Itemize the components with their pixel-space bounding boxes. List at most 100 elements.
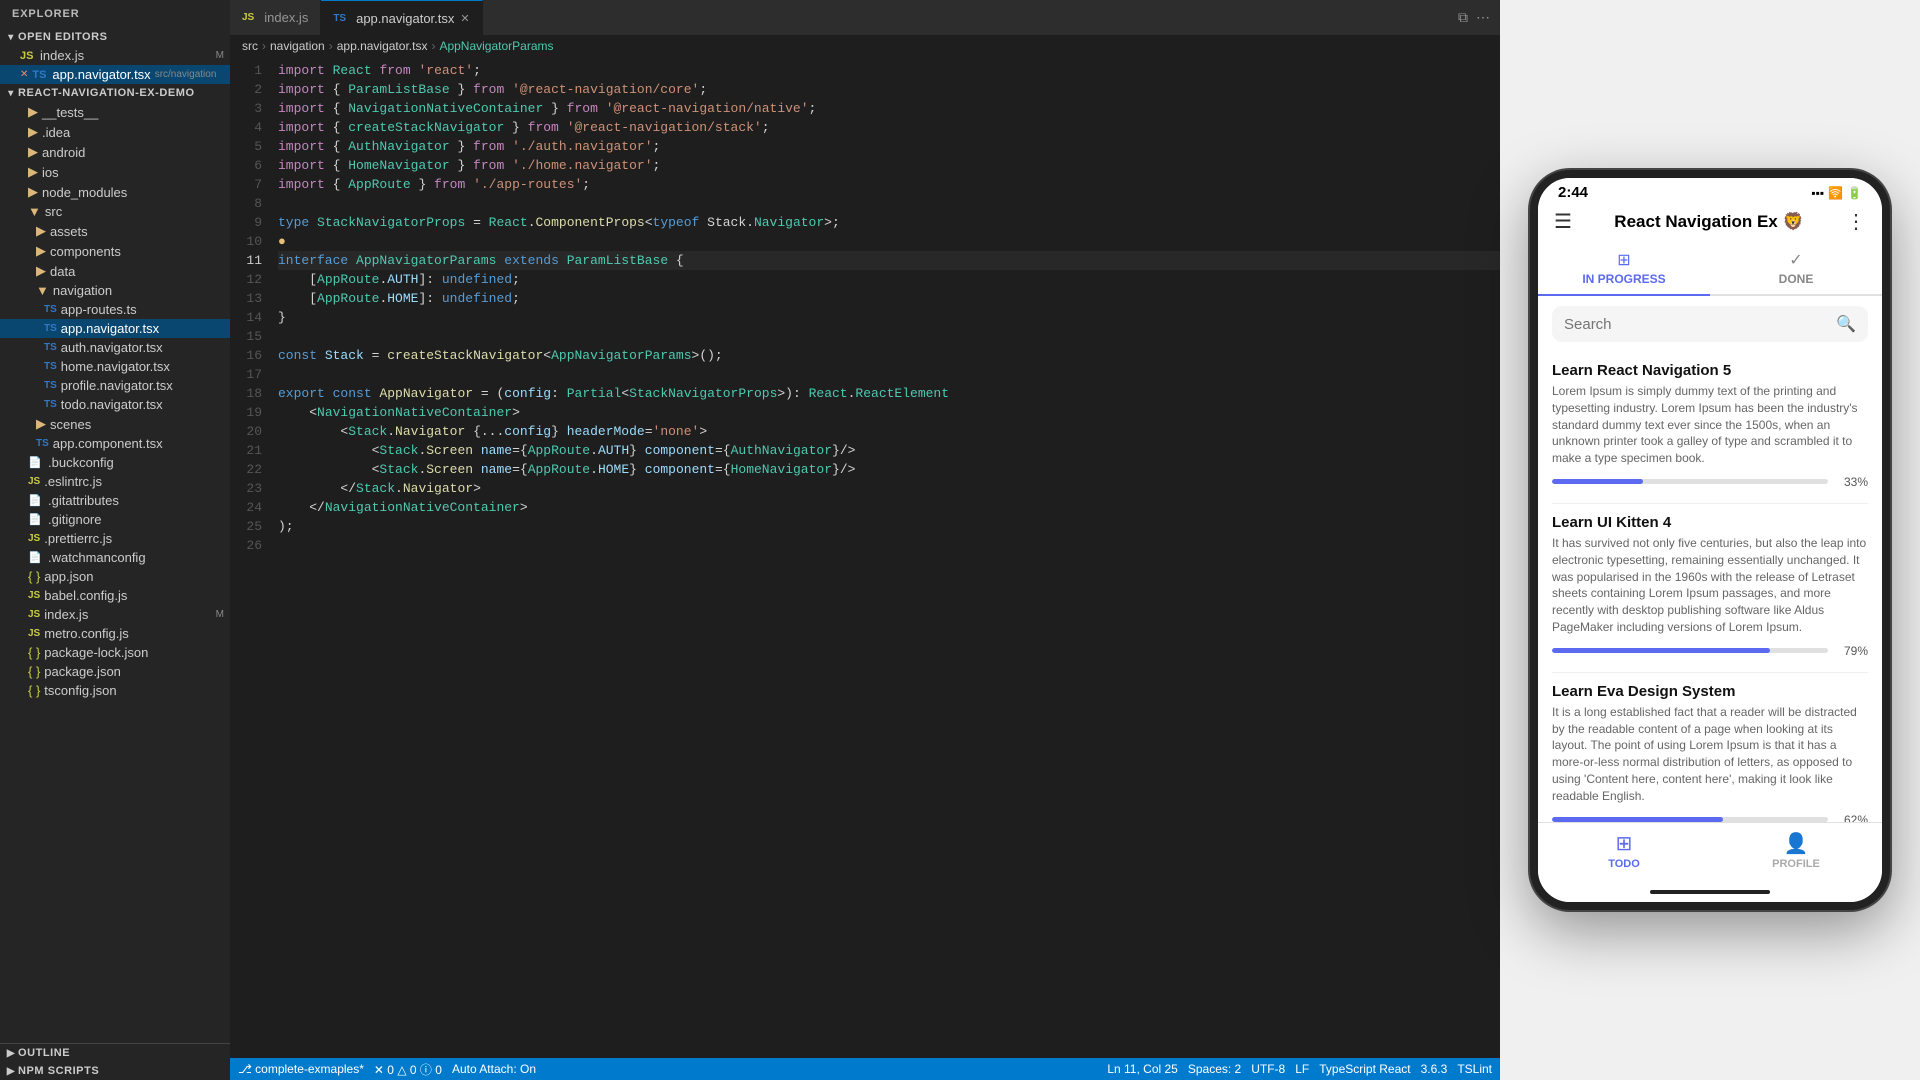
sidebar-item-label: android [42,145,85,160]
encoding[interactable]: UTF-8 [1251,1062,1285,1076]
sidebar-item-label: metro.config.js [44,626,129,641]
breadcrumb-src[interactable]: src [242,39,258,53]
nav-todo[interactable]: ⊞ TODO [1538,831,1710,870]
ts-version[interactable]: 3.6.3 [1421,1062,1448,1076]
json-file-icon: { } [28,683,40,698]
progress-bar-bg [1552,648,1828,653]
sidebar-item-node-modules[interactable]: ▶ node_modules [0,182,230,202]
code-line [278,327,1500,346]
todo-item-1: Learn React Navigation 5 Lorem Ipsum is … [1552,352,1868,504]
sidebar-item-gitignore[interactable]: 📄 .gitignore [0,510,230,529]
file-icon: 📄 [28,551,44,564]
linter[interactable]: TSLint [1457,1062,1492,1076]
folder-icon: ▶ [36,243,46,259]
todo-item-2: Learn UI Kitten 4 It has survived not on… [1552,504,1868,673]
git-branch[interactable]: ⎇ complete-exmaples* [238,1062,364,1076]
npm-scripts-section[interactable]: ▶ NPM Scripts [0,1062,230,1080]
tab-done[interactable]: ✓ DONE [1710,242,1882,294]
sidebar-item-label: components [50,244,121,259]
phone-time: 2:44 [1558,184,1588,201]
project-root-section[interactable]: ▾ REACT-NAVIGATION-EX-DEMO [0,84,230,102]
sidebar-item-scenes[interactable]: ▶ scenes [0,414,230,434]
sidebar-item-tests[interactable]: ▶ __tests__ [0,102,230,122]
tab-in-progress[interactable]: ⊞ IN PROGRESS [1538,242,1710,296]
breadcrumb-navigation[interactable]: navigation [270,39,325,53]
tab-close-button[interactable]: ✕ [460,12,469,25]
open-editors-section[interactable]: ▾ Open Editors [0,28,230,46]
sidebar-item-index-js[interactable]: JS index.js M [0,46,230,65]
sidebar-item-index-js-root[interactable]: JS index.js M [0,605,230,624]
code-line: ● [278,232,1500,251]
sidebar-item-buckconfig[interactable]: 📄 .buckconfig [0,453,230,472]
sidebar-item-label: assets [50,224,88,239]
split-editor-icon[interactable]: ⧉ [1458,9,1468,26]
outline-section[interactable]: ▶ Outline [0,1044,230,1062]
sidebar-item-ios[interactable]: ▶ ios [0,162,230,182]
sidebar-item-idea[interactable]: ▶ .idea [0,122,230,142]
sidebar-item-data[interactable]: ▶ data [0,261,230,281]
sidebar-item-auth-navigator[interactable]: TS auth.navigator.tsx [0,338,230,357]
sidebar-item-gitattributes[interactable]: 📄 .gitattributes [0,491,230,510]
sidebar-item-components[interactable]: ▶ components [0,241,230,261]
sidebar-item-app-component[interactable]: TS app.component.tsx [0,434,230,453]
line-ending[interactable]: LF [1295,1062,1309,1076]
status-right: Ln 11, Col 25 Spaces: 2 UTF-8 LF TypeScr… [1107,1062,1492,1076]
sidebar-item-package-lock[interactable]: { } package-lock.json [0,643,230,662]
sidebar-item-app-navigator[interactable]: ✕ TS app.navigator.tsx src/navigation [0,65,230,84]
sidebar-item-navigation[interactable]: ▼ navigation [0,281,230,300]
sidebar-item-babel-config[interactable]: JS babel.config.js [0,586,230,605]
tab-in-progress-label: IN PROGRESS [1582,272,1665,286]
sidebar-item-label: index.js [44,607,88,622]
phone-status-icons: ▪▪▪ 🛜 🔋 [1811,186,1862,200]
breadcrumb-file[interactable]: app.navigator.tsx [337,39,428,53]
profile-nav-icon: 👤 [1784,831,1809,856]
hamburger-menu-icon[interactable]: ☰ [1554,209,1572,234]
sidebar-item-label: todo.navigator.tsx [61,397,163,412]
chevron-down-icon: ▾ [4,88,18,99]
indentation[interactable]: Spaces: 2 [1188,1062,1241,1076]
sidebar-item-assets[interactable]: ▶ assets [0,221,230,241]
sidebar-item-label: scenes [50,417,91,432]
sidebar-item-home-navigator[interactable]: TS home.navigator.tsx [0,357,230,376]
sidebar-item-label: src [45,204,62,219]
more-actions-icon[interactable]: ⋯ [1476,9,1490,26]
code-line [278,365,1500,384]
todo-progress-row: 62% [1552,813,1868,822]
code-editor[interactable]: import React from 'react'; import { Para… [270,57,1500,1058]
tab-app-navigator[interactable]: TS app.navigator.tsx ✕ [321,0,482,35]
sidebar-item-app-routes[interactable]: TS app-routes.ts [0,300,230,319]
sidebar-item-label: .watchmanconfig [48,550,146,565]
sidebar-item-tsconfig[interactable]: { } tsconfig.json [0,681,230,700]
sidebar-item-package-json[interactable]: { } package.json [0,662,230,681]
code-line: [AppRoute.HOME]: undefined; [278,289,1500,308]
sidebar-item-metro-config[interactable]: JS metro.config.js [0,624,230,643]
close-icon[interactable]: ✕ [20,69,28,80]
language-mode[interactable]: TypeScript React [1319,1062,1410,1076]
sidebar-item-app-json[interactable]: { } app.json [0,567,230,586]
code-line: import { HomeNavigator } from './home.na… [278,156,1500,175]
sidebar-item-src[interactable]: ▼ src [0,202,230,221]
cursor-position[interactable]: Ln 11, Col 25 [1107,1062,1178,1076]
sidebar-item-watchmanconfig[interactable]: 📄 .watchmanconfig [0,548,230,567]
progress-percent: 33% [1836,475,1868,489]
sidebar-item-eslintrc[interactable]: JS .eslintrc.js [0,472,230,491]
more-options-icon[interactable]: ⋮ [1846,209,1866,234]
tab-done-label: DONE [1779,272,1814,286]
sidebar-item-label: app-routes.ts [61,302,137,317]
tab-index-js[interactable]: JS index.js [230,0,321,35]
chevron-right-icon: ▶ [4,1066,18,1077]
sidebar-item-profile-navigator[interactable]: TS profile.navigator.tsx [0,376,230,395]
phone-search-input[interactable] [1564,316,1828,333]
sidebar-item-prettierrc[interactable]: JS .prettierrc.js [0,529,230,548]
sidebar-item-todo-navigator[interactable]: TS todo.navigator.tsx [0,395,230,414]
sidebar-item-app-navigator-file[interactable]: TS app.navigator.tsx [0,319,230,338]
tsx-file-icon: TS [36,438,49,449]
nav-profile[interactable]: 👤 PROFILE [1710,831,1882,870]
auto-attach[interactable]: Auto Attach: On [452,1062,536,1076]
search-icon: 🔍 [1836,314,1856,334]
sidebar-item-label: .eslintrc.js [44,474,102,489]
breadcrumb-symbol[interactable]: AppNavigatorParams [439,39,553,53]
sidebar-item-android[interactable]: ▶ android [0,142,230,162]
sidebar-header: Explorer [0,0,230,28]
error-count[interactable]: ✕ 0 △ 0 ⓘ 0 [374,1061,442,1078]
